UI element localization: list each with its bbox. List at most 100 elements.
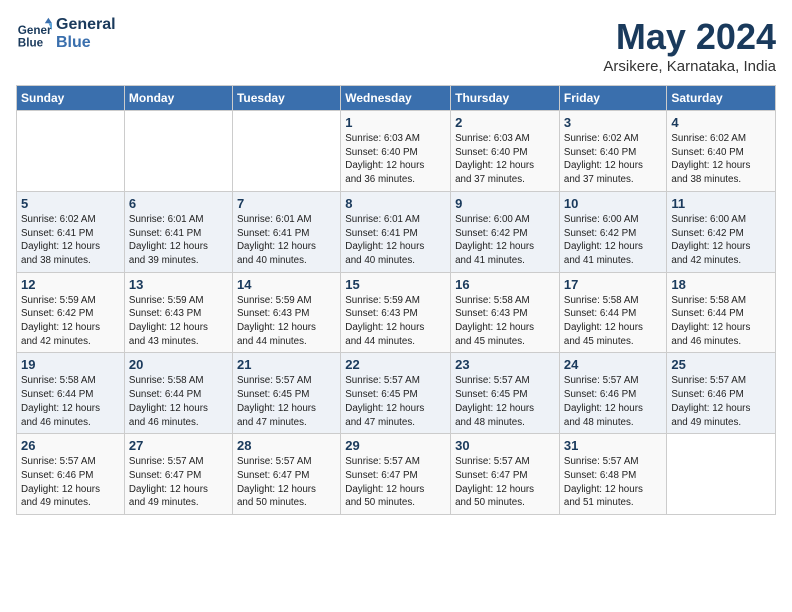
weekday-header-saturday: Saturday (667, 86, 776, 111)
calendar-table: SundayMondayTuesdayWednesdayThursdayFrid… (16, 85, 776, 515)
day-number: 17 (564, 277, 662, 292)
weekday-header-wednesday: Wednesday (341, 86, 451, 111)
week-row-3: 12 Sunrise: 5:59 AM Sunset: 6:42 PM Dayli… (17, 272, 776, 353)
day-info: Sunrise: 5:58 AM Sunset: 6:44 PM Dayligh… (21, 374, 120, 429)
calendar-cell: 1 Sunrise: 6:03 AM Sunset: 6:40 PM Daylig… (341, 111, 451, 192)
calendar-title: May 2024 (603, 16, 776, 58)
day-number: 7 (237, 196, 336, 211)
day-info: Sunrise: 6:03 AM Sunset: 6:40 PM Dayligh… (455, 132, 555, 187)
calendar-cell: 23 Sunrise: 5:57 AM Sunset: 6:45 PM Dayli… (451, 353, 560, 434)
week-row-5: 26Sunrise: 5:57 AM Sunset: 6:46 PM Dayli… (17, 434, 776, 515)
day-number: 1 (345, 115, 446, 130)
day-info: Sunrise: 5:57 AM Sunset: 6:45 PM Dayligh… (455, 374, 555, 429)
weekday-header-thursday: Thursday (451, 86, 560, 111)
day-info: Sunrise: 6:01 AM Sunset: 6:41 PM Dayligh… (345, 213, 446, 268)
day-number: 4 (671, 115, 771, 130)
week-row-4: 19Sunrise: 5:58 AM Sunset: 6:44 PM Dayli… (17, 353, 776, 434)
weekday-header-friday: Friday (559, 86, 666, 111)
calendar-cell: 10Sunrise: 6:00 AM Sunset: 6:42 PM Dayli… (559, 191, 666, 272)
day-info: Sunrise: 6:00 AM Sunset: 6:42 PM Dayligh… (671, 213, 771, 268)
logo-icon: General Blue (16, 16, 52, 52)
calendar-cell: 18 Sunrise: 5:58 AM Sunset: 6:44 PM Dayli… (667, 272, 776, 353)
calendar-cell: 13 Sunrise: 5:59 AM Sunset: 6:43 PM Dayli… (124, 272, 232, 353)
calendar-cell: 26Sunrise: 5:57 AM Sunset: 6:46 PM Dayli… (17, 434, 125, 515)
calendar-cell: 28 Sunrise: 5:57 AM Sunset: 6:47 PM Dayli… (232, 434, 340, 515)
day-info: Sunrise: 5:58 AM Sunset: 6:44 PM Dayligh… (129, 374, 228, 429)
logo-text-line1: General (56, 16, 116, 34)
calendar-cell: 8 Sunrise: 6:01 AM Sunset: 6:41 PM Daylig… (341, 191, 451, 272)
logo-text-line2: Blue (56, 34, 116, 52)
calendar-cell: 31Sunrise: 5:57 AM Sunset: 6:48 PM Dayli… (559, 434, 666, 515)
calendar-cell: 6 Sunrise: 6:01 AM Sunset: 6:41 PM Daylig… (124, 191, 232, 272)
svg-text:Blue: Blue (18, 37, 44, 50)
day-info: Sunrise: 5:59 AM Sunset: 6:43 PM Dayligh… (237, 294, 336, 349)
calendar-cell: 12 Sunrise: 5:59 AM Sunset: 6:42 PM Dayli… (17, 272, 125, 353)
calendar-cell: 9Sunrise: 6:00 AM Sunset: 6:42 PM Daylig… (451, 191, 560, 272)
calendar-cell: 7 Sunrise: 6:01 AM Sunset: 6:41 PM Daylig… (232, 191, 340, 272)
weekday-header-monday: Monday (124, 86, 232, 111)
calendar-cell: 29 Sunrise: 5:57 AM Sunset: 6:47 PM Dayli… (341, 434, 451, 515)
day-number: 24 (564, 357, 662, 372)
day-number: 8 (345, 196, 446, 211)
weekday-header-tuesday: Tuesday (232, 86, 340, 111)
day-info: Sunrise: 5:58 AM Sunset: 6:44 PM Dayligh… (564, 294, 662, 349)
day-number: 13 (129, 277, 228, 292)
day-number: 10 (564, 196, 662, 211)
calendar-cell: 21 Sunrise: 5:57 AM Sunset: 6:45 PM Dayli… (232, 353, 340, 434)
calendar-cell: 25Sunrise: 5:57 AM Sunset: 6:46 PM Dayli… (667, 353, 776, 434)
day-info: Sunrise: 6:01 AM Sunset: 6:41 PM Dayligh… (237, 213, 336, 268)
calendar-location: Arsikere, Karnataka, India (603, 58, 776, 75)
day-info: Sunrise: 5:57 AM Sunset: 6:47 PM Dayligh… (129, 455, 228, 510)
day-number: 16 (455, 277, 555, 292)
day-info: Sunrise: 5:58 AM Sunset: 6:43 PM Dayligh… (455, 294, 555, 349)
day-number: 21 (237, 357, 336, 372)
day-number: 20 (129, 357, 228, 372)
day-number: 3 (564, 115, 662, 130)
day-number: 23 (455, 357, 555, 372)
calendar-cell (17, 111, 125, 192)
calendar-cell: 2Sunrise: 6:03 AM Sunset: 6:40 PM Daylig… (451, 111, 560, 192)
calendar-cell: 17 Sunrise: 5:58 AM Sunset: 6:44 PM Dayli… (559, 272, 666, 353)
day-info: Sunrise: 6:01 AM Sunset: 6:41 PM Dayligh… (129, 213, 228, 268)
calendar-cell: 22Sunrise: 5:57 AM Sunset: 6:45 PM Dayli… (341, 353, 451, 434)
calendar-cell (667, 434, 776, 515)
calendar-cell: 24 Sunrise: 5:57 AM Sunset: 6:46 PM Dayli… (559, 353, 666, 434)
calendar-cell: 4 Sunrise: 6:02 AM Sunset: 6:40 PM Daylig… (667, 111, 776, 192)
calendar-cell: 11 Sunrise: 6:00 AM Sunset: 6:42 PM Dayli… (667, 191, 776, 272)
day-number: 6 (129, 196, 228, 211)
day-number: 26 (21, 438, 120, 453)
day-number: 18 (671, 277, 771, 292)
calendar-cell: 30Sunrise: 5:57 AM Sunset: 6:47 PM Dayli… (451, 434, 560, 515)
calendar-cell: 19Sunrise: 5:58 AM Sunset: 6:44 PM Dayli… (17, 353, 125, 434)
day-info: Sunrise: 5:57 AM Sunset: 6:47 PM Dayligh… (237, 455, 336, 510)
day-info: Sunrise: 5:57 AM Sunset: 6:45 PM Dayligh… (237, 374, 336, 429)
day-info: Sunrise: 5:59 AM Sunset: 6:42 PM Dayligh… (21, 294, 120, 349)
day-info: Sunrise: 5:57 AM Sunset: 6:46 PM Dayligh… (564, 374, 662, 429)
day-number: 12 (21, 277, 120, 292)
title-block: May 2024 Arsikere, Karnataka, India (603, 16, 776, 75)
day-info: Sunrise: 5:59 AM Sunset: 6:43 PM Dayligh… (345, 294, 446, 349)
day-number: 28 (237, 438, 336, 453)
day-number: 11 (671, 196, 771, 211)
day-info: Sunrise: 6:02 AM Sunset: 6:41 PM Dayligh… (21, 213, 120, 268)
day-number: 29 (345, 438, 446, 453)
day-info: Sunrise: 5:57 AM Sunset: 6:47 PM Dayligh… (345, 455, 446, 510)
day-info: Sunrise: 6:03 AM Sunset: 6:40 PM Dayligh… (345, 132, 446, 187)
calendar-cell: 5 Sunrise: 6:02 AM Sunset: 6:41 PM Daylig… (17, 191, 125, 272)
week-row-2: 5 Sunrise: 6:02 AM Sunset: 6:41 PM Daylig… (17, 191, 776, 272)
weekday-header-sunday: Sunday (17, 86, 125, 111)
calendar-cell (124, 111, 232, 192)
weekday-header-row: SundayMondayTuesdayWednesdayThursdayFrid… (17, 86, 776, 111)
day-number: 31 (564, 438, 662, 453)
day-info: Sunrise: 5:58 AM Sunset: 6:44 PM Dayligh… (671, 294, 771, 349)
page-header: General Blue General Blue May 2024 Arsik… (16, 16, 776, 75)
day-number: 27 (129, 438, 228, 453)
calendar-cell: 3Sunrise: 6:02 AM Sunset: 6:40 PM Daylig… (559, 111, 666, 192)
day-info: Sunrise: 5:57 AM Sunset: 6:45 PM Dayligh… (345, 374, 446, 429)
day-number: 5 (21, 196, 120, 211)
day-info: Sunrise: 6:02 AM Sunset: 6:40 PM Dayligh… (671, 132, 771, 187)
calendar-cell: 20 Sunrise: 5:58 AM Sunset: 6:44 PM Dayli… (124, 353, 232, 434)
week-row-1: 1 Sunrise: 6:03 AM Sunset: 6:40 PM Daylig… (17, 111, 776, 192)
svg-text:General: General (18, 24, 52, 37)
day-info: Sunrise: 5:59 AM Sunset: 6:43 PM Dayligh… (129, 294, 228, 349)
